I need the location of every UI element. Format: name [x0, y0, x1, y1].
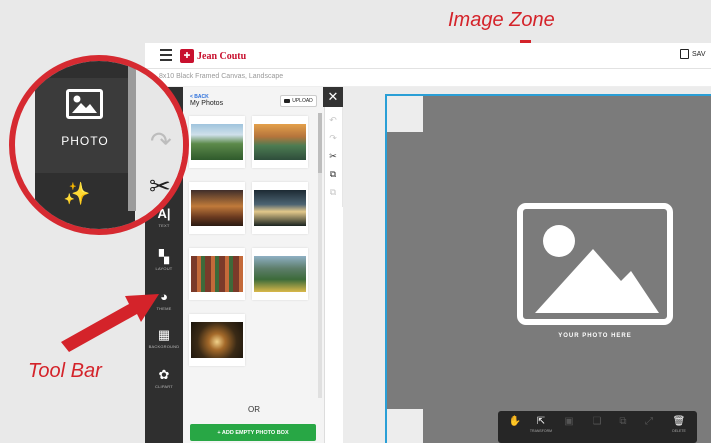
layout-icon: ▚ [159, 249, 169, 264]
close-panel-button[interactable]: ✕ [323, 87, 343, 107]
panel-title: My Photos [190, 100, 224, 107]
delete-button[interactable]: 🗑 DELETE [664, 411, 694, 443]
bottom-bar-label: DELETE [672, 429, 686, 433]
toolbar-label: CLIPART [155, 384, 173, 389]
brand-logo[interactable]: ✚ Jean Coutu [180, 49, 246, 63]
toolbar-item-layout[interactable]: ▚ LAYOUT [145, 249, 183, 272]
photo-image [254, 256, 306, 292]
save-button[interactable]: SAV [680, 49, 706, 59]
hamburger-menu-icon[interactable] [160, 49, 172, 61]
flower-icon: ✿ [158, 367, 170, 382]
brand-name: Jean Coutu [197, 50, 247, 62]
image-button[interactable]: ▣ [554, 411, 584, 443]
photo-placeholder-text: YOUR PHOTO HERE [558, 333, 632, 339]
zoom-callout: PHOTO ✨ ↷ ✂ [9, 55, 189, 235]
tool-bar-arrow [61, 294, 159, 352]
photo-image [191, 256, 243, 292]
annotation-tool-bar: Tool Bar [28, 360, 102, 382]
photo-image [254, 190, 306, 226]
or-separator: OR [248, 405, 260, 414]
copy-icon[interactable]: ⧉ [327, 169, 339, 180]
image-icon: ▣ [564, 416, 574, 427]
folder-icon [284, 99, 291, 103]
bottom-action-bar: ✋ ⇱ TRANSFORM ▣ ❏ ⧉ ⤢ 🗑 DELETE [498, 411, 697, 443]
photo-thumbnail[interactable] [189, 314, 245, 366]
photo-thumbnail[interactable] [252, 182, 308, 234]
save-label: SAV [692, 50, 706, 58]
transform-icon: ⇱ [536, 416, 546, 427]
resize-button[interactable]: ⤢ [634, 411, 664, 443]
zoom-scrollbar [128, 61, 136, 211]
resize-icon: ⤢ [645, 416, 653, 427]
upload-label: UPLOAD [292, 98, 313, 104]
photo-thumbnail[interactable] [252, 116, 308, 168]
undo-icon[interactable]: ↶ [327, 115, 339, 126]
add-empty-photo-box-button[interactable]: + ADD EMPTY PHOTO BOX [190, 424, 316, 441]
paste-icon[interactable]: ⧉ [327, 187, 339, 198]
zone-corner [387, 409, 423, 443]
annotation-image-zone: Image Zone [448, 9, 555, 31]
photo-image [191, 190, 243, 226]
toolbar-label: LAYOUT [155, 266, 173, 271]
redo-icon: ↷ [150, 126, 172, 156]
photo-image [254, 124, 306, 160]
photo-thumbnail[interactable] [189, 116, 245, 168]
save-icon [680, 49, 689, 59]
magic-wand-icon: ✨ [63, 181, 91, 206]
product-title-bar: 8x10 Black Framed Canvas, Landscape [145, 69, 711, 87]
photo-thumbnail[interactable] [252, 248, 308, 300]
photo-thumbnail[interactable] [189, 182, 245, 234]
bottom-bar-label: TRANSFORM [529, 429, 553, 433]
photo-icon [66, 89, 103, 119]
photo-image [191, 322, 243, 358]
photo-placeholder-icon [517, 203, 673, 325]
toolbar-item-clipart[interactable]: ✿ CLIPART [145, 367, 183, 390]
photo-image [191, 124, 243, 160]
trash-icon: 🗑 [672, 416, 686, 427]
cut-icon: ✂ [149, 171, 171, 201]
cut-icon[interactable]: ✂ [327, 151, 339, 162]
panel-scrollbar[interactable] [318, 113, 322, 398]
redo-icon[interactable]: ↷ [327, 133, 339, 144]
zoom-photo-label: PHOTO [61, 134, 109, 148]
zone-corner [387, 96, 423, 132]
upload-button[interactable]: UPLOAD [280, 95, 317, 107]
transform-button[interactable]: ⇱ TRANSFORM [526, 411, 556, 443]
photo-thumbnail[interactable] [189, 248, 245, 300]
